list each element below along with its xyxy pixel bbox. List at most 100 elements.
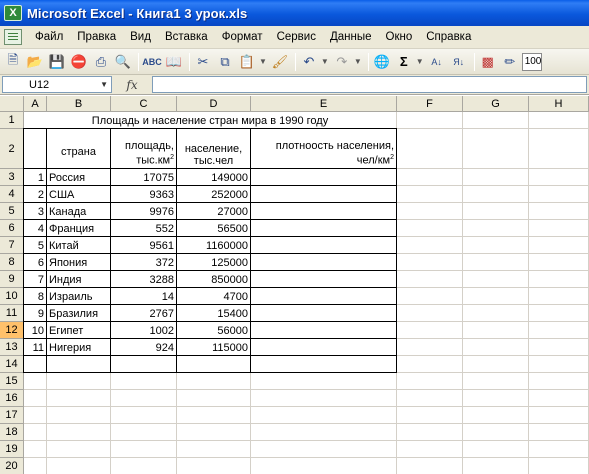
cell[interactable] xyxy=(397,271,463,288)
row-header-11[interactable]: 11 xyxy=(0,305,24,322)
population-cell[interactable]: 125000 xyxy=(177,254,251,271)
cell[interactable] xyxy=(463,203,529,220)
print-icon[interactable]: ⎙ xyxy=(91,52,111,72)
density-cell[interactable] xyxy=(251,203,397,220)
redo-dropdown-icon[interactable]: ▼ xyxy=(354,57,362,66)
header-density[interactable]: плотноость населения, чел/км2 xyxy=(251,129,397,169)
cell[interactable] xyxy=(529,441,589,458)
cell[interactable] xyxy=(397,169,463,186)
cell[interactable] xyxy=(463,129,529,169)
cell[interactable] xyxy=(177,407,251,424)
cut-icon[interactable]: ✂ xyxy=(193,52,213,72)
chevron-down-icon[interactable]: ▼ xyxy=(100,80,108,89)
sort-descending-icon[interactable]: Я↓ xyxy=(449,52,469,72)
cell[interactable] xyxy=(24,390,47,407)
cell[interactable] xyxy=(397,237,463,254)
menu-help[interactable]: Справка xyxy=(419,31,478,43)
cell[interactable] xyxy=(397,322,463,339)
excel-app-icon[interactable]: X xyxy=(4,5,22,21)
cell[interactable] xyxy=(397,220,463,237)
cell[interactable] xyxy=(463,169,529,186)
population-cell[interactable]: 56500 xyxy=(177,220,251,237)
cell[interactable] xyxy=(251,424,397,441)
cell[interactable] xyxy=(47,424,111,441)
cell[interactable] xyxy=(463,305,529,322)
cell[interactable] xyxy=(529,356,589,373)
row-header-1[interactable]: 1 xyxy=(0,112,24,129)
menu-insert[interactable]: Вставка xyxy=(158,31,215,43)
empty-bordered-cell[interactable] xyxy=(111,356,177,373)
row-header-7[interactable]: 7 xyxy=(0,237,24,254)
cell[interactable] xyxy=(111,441,177,458)
area-cell[interactable]: 3288 xyxy=(111,271,177,288)
row-header-9[interactable]: 9 xyxy=(0,271,24,288)
empty-bordered-cell[interactable] xyxy=(47,356,111,373)
row-header-17[interactable]: 17 xyxy=(0,407,24,424)
row-number-cell[interactable]: 10 xyxy=(24,322,47,339)
cell[interactable] xyxy=(463,441,529,458)
cell[interactable] xyxy=(397,390,463,407)
cell[interactable] xyxy=(397,112,463,129)
drawing-icon[interactable]: ✏ xyxy=(500,52,520,72)
undo-icon[interactable]: ↶ xyxy=(299,52,319,72)
country-cell[interactable]: Китай xyxy=(47,237,111,254)
area-cell[interactable]: 14 xyxy=(111,288,177,305)
cell[interactable] xyxy=(111,373,177,390)
density-cell[interactable] xyxy=(251,220,397,237)
density-cell[interactable] xyxy=(251,288,397,305)
row-header-18[interactable]: 18 xyxy=(0,424,24,441)
row-header-20[interactable]: 20 xyxy=(0,458,24,474)
column-header-g[interactable]: G xyxy=(463,96,529,112)
paste-dropdown-icon[interactable]: ▼ xyxy=(259,57,267,66)
column-header-f[interactable]: F xyxy=(397,96,463,112)
row-number-cell[interactable]: 4 xyxy=(24,220,47,237)
empty-bordered-cell[interactable] xyxy=(251,356,397,373)
density-cell[interactable] xyxy=(251,322,397,339)
population-cell[interactable]: 27000 xyxy=(177,203,251,220)
area-cell[interactable]: 552 xyxy=(111,220,177,237)
density-cell[interactable] xyxy=(251,339,397,356)
redo-icon[interactable]: ↷ xyxy=(332,52,352,72)
density-cell[interactable] xyxy=(251,186,397,203)
cell[interactable] xyxy=(177,390,251,407)
row-header-4[interactable]: 4 xyxy=(0,186,24,203)
header-population[interactable]: население, тыс.чел xyxy=(177,129,251,169)
country-cell[interactable]: Бразилия xyxy=(47,305,111,322)
print-preview-icon[interactable]: 🔍 xyxy=(113,52,133,72)
name-box[interactable]: U12 ▼ xyxy=(2,76,112,93)
cell[interactable] xyxy=(24,424,47,441)
cell[interactable] xyxy=(251,373,397,390)
row-number-cell[interactable]: 6 xyxy=(24,254,47,271)
cell[interactable] xyxy=(463,458,529,474)
undo-dropdown-icon[interactable]: ▼ xyxy=(321,57,329,66)
cell[interactable] xyxy=(24,373,47,390)
cell[interactable] xyxy=(529,186,589,203)
open-icon[interactable]: 📂 xyxy=(25,52,45,72)
spelling-icon[interactable]: ABC xyxy=(142,52,162,72)
cell[interactable] xyxy=(397,356,463,373)
cell[interactable] xyxy=(397,373,463,390)
area-cell[interactable]: 9976 xyxy=(111,203,177,220)
country-cell[interactable]: Египет xyxy=(47,322,111,339)
cell[interactable] xyxy=(397,254,463,271)
country-cell[interactable]: Канада xyxy=(47,203,111,220)
header-country[interactable]: страна xyxy=(47,129,111,169)
cell[interactable] xyxy=(463,271,529,288)
row-number-cell[interactable]: 7 xyxy=(24,271,47,288)
menu-tools[interactable]: Сервис xyxy=(270,31,323,43)
country-cell[interactable]: Индия xyxy=(47,271,111,288)
cell[interactable] xyxy=(111,424,177,441)
cell[interactable] xyxy=(47,407,111,424)
row-header-19[interactable]: 19 xyxy=(0,441,24,458)
area-cell[interactable]: 9561 xyxy=(111,237,177,254)
row-header-14[interactable]: 14 xyxy=(0,356,24,373)
cell[interactable] xyxy=(463,322,529,339)
cell[interactable] xyxy=(24,441,47,458)
hyperlink-icon[interactable]: 🌐 xyxy=(372,52,392,72)
cell[interactable] xyxy=(529,424,589,441)
row-number-cell[interactable]: 8 xyxy=(24,288,47,305)
cell[interactable] xyxy=(463,186,529,203)
cell[interactable] xyxy=(251,390,397,407)
density-cell[interactable] xyxy=(251,254,397,271)
row-number-cell[interactable]: 1 xyxy=(24,169,47,186)
